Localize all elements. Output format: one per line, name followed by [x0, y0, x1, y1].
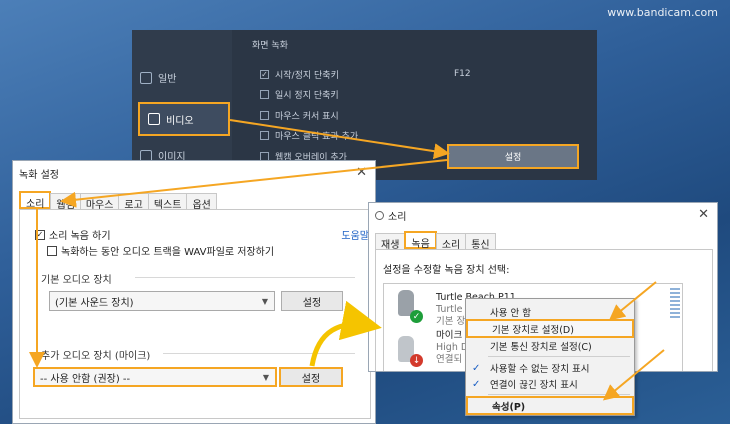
menu-separator	[488, 394, 630, 395]
secondary-device-label: 추가 오디오 장치 (마이크)	[41, 351, 151, 362]
record-audio-checkbox[interactable]: ✓	[35, 229, 45, 240]
nav-video[interactable]: 비디오	[138, 102, 230, 136]
close-icon[interactable]: ✕	[356, 165, 367, 180]
tab-recording[interactable]: 녹음	[404, 231, 437, 250]
menu-item-properties[interactable]: 속성(P)	[466, 396, 634, 415]
help-link[interactable]: 도움말	[341, 227, 369, 242]
bandicam-settings-button[interactable]: 설정	[447, 144, 579, 169]
secondary-device-select[interactable]: -- 사용 안함 (권장) -- ▼	[33, 367, 277, 387]
window-title: 녹화 설정 ✕	[19, 165, 367, 181]
secondary-settings-button[interactable]: 설정	[279, 367, 343, 387]
hotkey-value: F12	[454, 69, 471, 79]
tab-options[interactable]: 옵션	[186, 193, 217, 211]
disconnected-icon: ↓	[410, 354, 423, 367]
option-click-effect[interactable]: 마우스 클릭 효과 추가	[260, 129, 358, 142]
tab-bar: 소리 웹캠 마우스 로고 텍스트 옵션	[19, 191, 217, 211]
menu-separator	[488, 356, 630, 357]
default-check-icon: ✓	[410, 310, 423, 323]
option-start-stop[interactable]: ✓ 시작/정지 단축키	[260, 68, 339, 81]
primary-device-select[interactable]: (기본 사운드 장치) ▼	[49, 291, 275, 311]
list-item[interactable]: 마이크 High D 연결되	[436, 330, 468, 366]
menu-item-set-default-comm[interactable]: 기본 통신 장치로 설정(C)	[466, 337, 634, 355]
instruction-text: 설정을 수정할 녹음 장치 선택:	[383, 265, 510, 276]
bandicam-watermark: www.bandicam.com	[607, 6, 718, 19]
tab-logo[interactable]: 로고	[118, 193, 149, 211]
check-icon: ✓	[472, 378, 481, 390]
close-icon[interactable]: ✕	[698, 207, 709, 222]
gear-icon	[140, 71, 152, 84]
tab-bar: 재생 녹음 소리 통신	[375, 231, 496, 251]
tab-webcam[interactable]: 웹캠	[50, 193, 81, 211]
tab-sounds[interactable]: 소리	[435, 233, 467, 251]
option-pause[interactable]: 일시 정지 단축키	[260, 88, 339, 101]
section-title: 화면 녹화	[252, 41, 288, 51]
volume-level-icon	[670, 288, 680, 318]
device-context-menu: 사용 안 함 기본 장치로 설정(D) 기본 통신 장치로 설정(C) ✓ 사용…	[465, 298, 635, 416]
option-cursor[interactable]: 마우스 커서 표시	[260, 109, 339, 122]
check-icon: ✓	[472, 362, 481, 374]
save-wav-checkbox[interactable]	[47, 245, 57, 256]
tab-text[interactable]: 텍스트	[147, 193, 188, 211]
recording-settings-window: 녹화 설정 ✕ 소리 웹캠 마우스 로고 텍스트 옵션 ✓ 소리 녹음 하기 도…	[12, 160, 376, 424]
chevron-down-icon: ▼	[262, 372, 269, 382]
primary-settings-button[interactable]: 설정	[281, 291, 343, 311]
menu-item-show-disconnected[interactable]: ✓ 연결이 끊긴 장치 표시	[466, 375, 634, 393]
tab-playback[interactable]: 재생	[375, 233, 406, 251]
checkbox[interactable]: ✓	[260, 70, 269, 79]
tab-sound[interactable]: 소리	[19, 191, 52, 210]
nav-general[interactable]: 일반	[140, 70, 176, 85]
menu-item-set-default[interactable]: 기본 장치로 설정(D)	[466, 319, 634, 338]
tab-mouse[interactable]: 마우스	[79, 193, 120, 211]
window-title: 소리 ✕	[369, 203, 717, 227]
primary-device-label: 기본 오디오 장치	[41, 275, 112, 286]
divider	[163, 353, 355, 354]
save-wav-option[interactable]: 녹화하는 동안 오디오 트랙을 WAV파일로 저장하기	[47, 243, 274, 258]
tab-communications[interactable]: 통신	[465, 233, 496, 251]
divider	[135, 277, 355, 278]
video-settings-icon	[148, 113, 160, 125]
speaker-icon	[375, 210, 384, 220]
record-audio-option[interactable]: ✓ 소리 녹음 하기	[35, 227, 111, 242]
chevron-down-icon: ▼	[261, 296, 268, 306]
